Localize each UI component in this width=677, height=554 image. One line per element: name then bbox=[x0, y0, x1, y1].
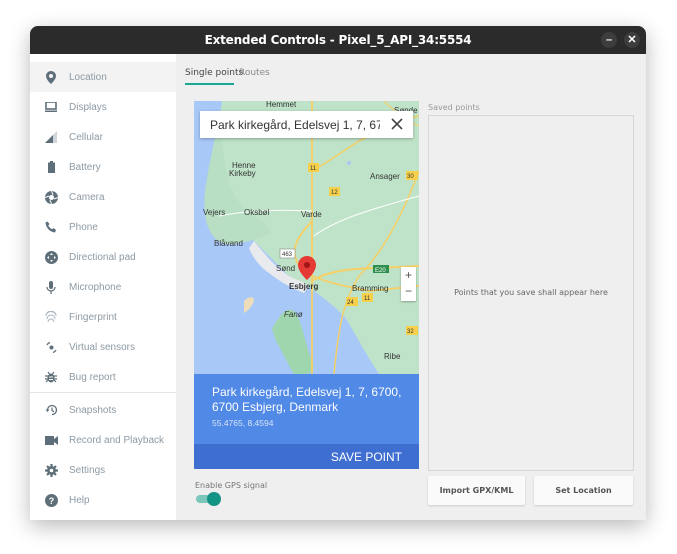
window-title: Extended Controls - Pixel_5_API_34:5554 bbox=[204, 33, 472, 47]
map-label-blavand: Blåvand bbox=[214, 239, 243, 248]
camera-aperture-icon bbox=[44, 190, 58, 204]
sidebar-item-bug-report[interactable]: Bug report bbox=[30, 362, 176, 392]
map-label-bramming: Bramming bbox=[352, 284, 388, 293]
saved-points-label: Saved points bbox=[428, 103, 480, 112]
map-zoom-control: + − bbox=[401, 267, 416, 301]
svg-text:?: ? bbox=[48, 496, 54, 506]
saved-points-empty-text: Points that you save shall appear here bbox=[454, 288, 608, 297]
sidebar-item-label: Fingerprint bbox=[69, 311, 117, 323]
display-icon bbox=[44, 100, 58, 114]
selected-point-address: Park kirkegård, Edelsvej 1, 7, 6700, 670… bbox=[212, 385, 402, 414]
sidebar-item-label: Virtual sensors bbox=[69, 341, 135, 353]
gear-icon bbox=[44, 463, 58, 477]
sidebar-divider bbox=[30, 392, 176, 393]
sidebar-item-cellular[interactable]: Cellular bbox=[30, 122, 176, 152]
sidebar-item-label: Location bbox=[69, 71, 107, 83]
zoom-in-button[interactable]: + bbox=[401, 267, 416, 283]
battery-icon bbox=[44, 160, 58, 174]
virtual-sensors-icon bbox=[44, 340, 58, 354]
microphone-icon bbox=[44, 280, 58, 294]
road-shield: 11 bbox=[364, 296, 371, 302]
map-view[interactable]: Hemmet Sønde Henne Kirkeby Ansager Vejer… bbox=[194, 101, 419, 374]
gps-toggle[interactable] bbox=[196, 492, 221, 506]
sidebar-item-help[interactable]: ? Help bbox=[30, 485, 176, 515]
map-label-oksbol: Oksbøl bbox=[244, 208, 270, 217]
close-icon[interactable] bbox=[389, 116, 405, 132]
sidebar-item-label: Camera bbox=[69, 191, 105, 203]
road-shield: 30 bbox=[407, 174, 414, 180]
map-label-ansager: Ansager bbox=[370, 172, 400, 181]
map-search-box[interactable]: Park kirkegård, Edelsvej 1, 7, 6700, 670… bbox=[200, 111, 413, 138]
selected-point-coords: 55.4765, 8.4594 bbox=[212, 418, 274, 428]
sidebar: Location Displays Cellular Battery Camer… bbox=[30, 54, 176, 520]
video-camera-icon bbox=[44, 433, 58, 447]
bug-icon bbox=[44, 370, 58, 384]
save-point-button[interactable]: SAVE POINT bbox=[194, 444, 419, 469]
map-label-hemmet: Hemmet bbox=[266, 101, 297, 109]
road-shield: E20 bbox=[375, 268, 386, 274]
saved-points-list[interactable]: Points that you save shall appear here bbox=[428, 115, 634, 471]
title-bar: Extended Controls - Pixel_5_API_34:5554 … bbox=[30, 26, 646, 54]
tab-routes[interactable]: Routes bbox=[239, 68, 270, 78]
minimize-button[interactable]: – bbox=[601, 32, 617, 48]
location-pin-icon bbox=[44, 70, 58, 84]
help-icon: ? bbox=[44, 493, 58, 507]
map-label-kirkeby: Kirkeby bbox=[229, 169, 256, 178]
sidebar-item-settings[interactable]: Settings bbox=[30, 455, 176, 485]
sidebar-item-record-and-playback[interactable]: Record and Playback bbox=[30, 425, 176, 455]
phone-icon bbox=[44, 220, 58, 234]
sidebar-item-label: Cellular bbox=[69, 131, 103, 143]
map-label-esbjerg: Esbjerg bbox=[289, 282, 318, 291]
selected-point-panel: Park kirkegård, Edelsvej 1, 7, 6700, 670… bbox=[194, 374, 419, 469]
tab-single-points[interactable]: Single points bbox=[185, 68, 243, 78]
sidebar-item-snapshots[interactable]: Snapshots bbox=[30, 395, 176, 425]
sidebar-item-microphone[interactable]: Microphone bbox=[30, 272, 176, 302]
map-label-ribe: Ribe bbox=[384, 352, 401, 361]
sidebar-item-location[interactable]: Location bbox=[30, 62, 176, 92]
road-shield: 12 bbox=[331, 190, 338, 196]
sidebar-item-label: Help bbox=[69, 494, 90, 506]
map-label-vejers: Vejers bbox=[203, 208, 225, 217]
cellular-signal-icon bbox=[44, 130, 58, 144]
sidebar-item-label: Record and Playback bbox=[69, 434, 165, 446]
sidebar-item-label: Directional pad bbox=[69, 251, 136, 263]
import-gpx-kml-button[interactable]: Import GPX/KML bbox=[428, 476, 525, 505]
zoom-out-button[interactable]: − bbox=[401, 283, 416, 299]
gps-toggle-label: Enable GPS signal bbox=[195, 481, 268, 490]
map-search-input[interactable]: Park kirkegård, Edelsvej 1, 7, 6700, 670… bbox=[210, 118, 380, 132]
map-canvas: Hemmet Sønde Henne Kirkeby Ansager Vejer… bbox=[194, 101, 419, 374]
sidebar-item-label: Phone bbox=[69, 221, 98, 233]
active-tab-indicator bbox=[185, 83, 234, 85]
sidebar-item-virtual-sensors[interactable]: Virtual sensors bbox=[30, 332, 176, 362]
road-shield: 11 bbox=[310, 166, 317, 172]
sidebar-item-directional-pad[interactable]: Directional pad bbox=[30, 242, 176, 272]
snapshots-history-icon bbox=[44, 403, 58, 417]
sidebar-item-label: Settings bbox=[69, 464, 106, 476]
sidebar-item-camera[interactable]: Camera bbox=[30, 182, 176, 212]
close-button[interactable]: ✕ bbox=[624, 32, 640, 48]
map-label-fano: Fanø bbox=[284, 310, 303, 319]
map-label-sond: Sønd bbox=[276, 264, 295, 273]
set-location-button[interactable]: Set Location bbox=[534, 476, 633, 505]
sidebar-item-label: Displays bbox=[69, 101, 107, 113]
dpad-icon bbox=[44, 250, 58, 264]
fingerprint-icon bbox=[44, 310, 58, 324]
sidebar-item-label: Battery bbox=[69, 161, 101, 173]
sidebar-item-label: Snapshots bbox=[69, 404, 117, 416]
map-label-varde: Varde bbox=[301, 210, 322, 219]
sidebar-item-displays[interactable]: Displays bbox=[30, 92, 176, 122]
sidebar-item-label: Bug report bbox=[69, 371, 116, 383]
sidebar-item-battery[interactable]: Battery bbox=[30, 152, 176, 182]
road-shield: 24 bbox=[347, 300, 354, 306]
sidebar-item-phone[interactable]: Phone bbox=[30, 212, 176, 242]
road-shield: 32 bbox=[407, 329, 414, 335]
road-shield: 463 bbox=[282, 252, 293, 258]
sidebar-item-fingerprint[interactable]: Fingerprint bbox=[30, 302, 176, 332]
save-point-label: SAVE POINT bbox=[330, 450, 402, 464]
extended-controls-window: Extended Controls - Pixel_5_API_34:5554 … bbox=[30, 26, 646, 520]
sidebar-item-label: Microphone bbox=[69, 281, 122, 293]
toggle-knob bbox=[207, 492, 221, 506]
